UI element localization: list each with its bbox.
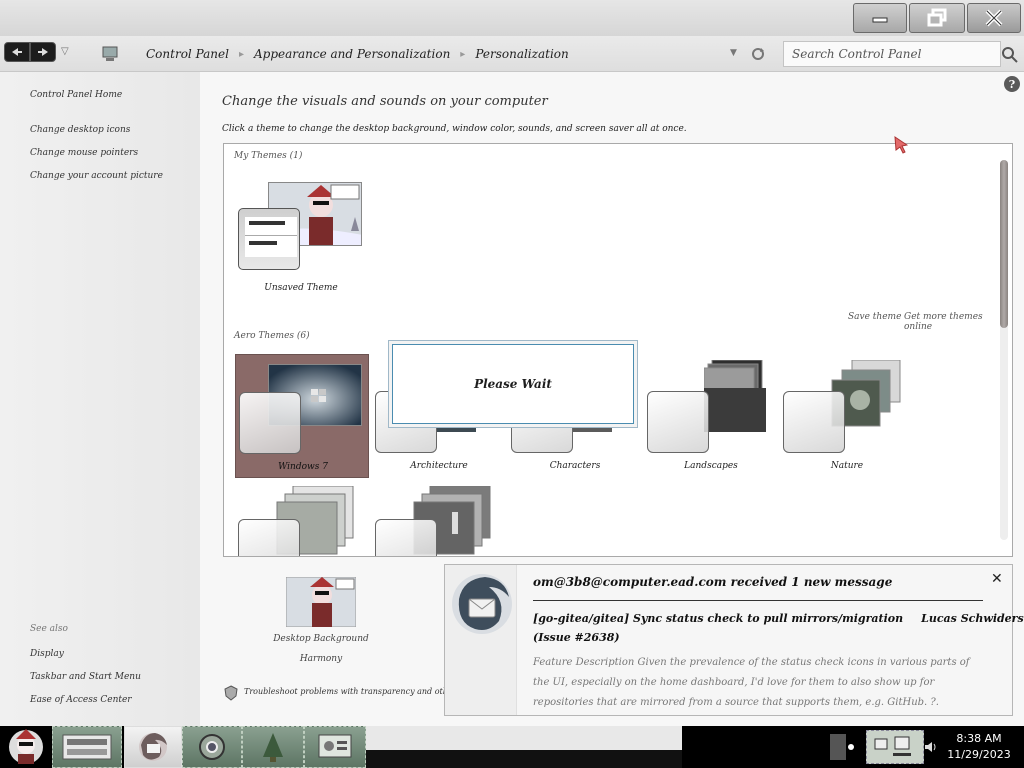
display-link[interactable]: Display bbox=[30, 649, 64, 659]
taskbar-thunderbird-button[interactable] bbox=[124, 726, 182, 768]
change-desktop-icons-link[interactable]: Change desktop icons bbox=[30, 125, 130, 135]
message-author: Lucas Schwiderski bbox=[921, 612, 1024, 625]
notification-icon-area bbox=[445, 565, 517, 715]
save-theme-link[interactable]: Save theme bbox=[848, 312, 901, 322]
message-preview: Feature Description Given the prevalence… bbox=[533, 657, 970, 708]
window-glass-preview bbox=[647, 391, 709, 453]
window-glass-preview bbox=[375, 519, 437, 556]
window-glass-preview bbox=[238, 519, 300, 556]
notification-area-icons[interactable] bbox=[866, 730, 924, 764]
taskbar-empty-area bbox=[366, 726, 682, 750]
please-wait-dialog: Please Wait bbox=[388, 340, 638, 428]
please-wait-text: Please Wait bbox=[392, 344, 634, 424]
volume-icon[interactable] bbox=[924, 740, 938, 754]
theme-tile-row3-1[interactable] bbox=[235, 484, 369, 556]
shield-icon bbox=[224, 685, 238, 701]
christmas-tree-icon bbox=[263, 733, 283, 762]
my-themes-heading: My Themes (1) bbox=[234, 151, 303, 161]
taskbar: 8:38 AM 11/29/2023 bbox=[0, 726, 1024, 768]
theme-tile-row3-2[interactable] bbox=[372, 484, 506, 556]
refresh-icon[interactable] bbox=[750, 46, 766, 62]
recent-pages-dropdown[interactable]: ▽ bbox=[61, 46, 69, 57]
desktop-background-value[interactable]: Harmony bbox=[266, 654, 376, 664]
help-icon[interactable]: ? bbox=[1004, 76, 1020, 92]
change-account-picture-link[interactable]: Change your account picture bbox=[30, 171, 163, 181]
window-glass-preview bbox=[239, 392, 301, 454]
restore-icon bbox=[927, 8, 947, 27]
chrome-icon bbox=[199, 734, 225, 760]
notification-title: om@3b8@computer.ead.com received 1 new m… bbox=[533, 575, 893, 589]
address-field[interactable]: Control Panel ▸ Appearance and Personali… bbox=[92, 41, 772, 67]
theme-label-architecture: Architecture bbox=[410, 461, 468, 471]
back-arrow-icon bbox=[12, 48, 22, 56]
see-also-heading: See also bbox=[30, 624, 68, 634]
tray-indicator bbox=[848, 744, 854, 750]
theme-tile-unsaved[interactable]: Unsaved Theme bbox=[236, 180, 366, 300]
restore-button[interactable] bbox=[909, 3, 965, 33]
control-panel-home-link[interactable]: Control Panel Home bbox=[30, 90, 122, 100]
message-subject: [go-gitea/gitea] Sync status check to pu… bbox=[533, 612, 904, 625]
breadcrumb-control-panel[interactable]: Control Panel bbox=[136, 47, 239, 61]
theme-tile-windows7[interactable]: Windows 7 bbox=[235, 354, 369, 478]
file-explorer-icon bbox=[62, 734, 112, 760]
message-issue-number: (Issue #2638) bbox=[533, 631, 620, 644]
thunderbird-new-mail-notification[interactable]: om@3b8@computer.ead.com received 1 new m… bbox=[444, 564, 1024, 716]
theme-label-windows7: Windows 7 bbox=[278, 462, 328, 472]
clock-date[interactable]: 11/29/2023 bbox=[944, 748, 1014, 761]
search-icon[interactable] bbox=[1001, 46, 1019, 64]
notification-subject[interactable]: [go-gitea/gitea] Sync status check to pu… bbox=[533, 612, 1024, 625]
ease-of-access-link[interactable]: Ease of Access Center bbox=[30, 695, 132, 705]
forward-arrow-icon bbox=[38, 48, 48, 56]
control-panel-icon bbox=[318, 734, 352, 758]
breadcrumb-personalization[interactable]: Personalization bbox=[465, 47, 578, 61]
theme-label-landscapes: Landscapes bbox=[684, 461, 738, 471]
forward-button[interactable] bbox=[30, 42, 56, 62]
thunderbird-icon bbox=[139, 733, 167, 761]
scrollbar-thumb[interactable] bbox=[1000, 160, 1008, 328]
left-navigation-pane: Control Panel Home Change desktop icons … bbox=[0, 72, 200, 726]
desktop-background-link[interactable]: Desktop Background bbox=[266, 634, 376, 644]
aero-themes-heading: Aero Themes (6) bbox=[234, 331, 310, 341]
title-bar bbox=[0, 0, 1024, 36]
taskbar-chrome-button[interactable] bbox=[182, 726, 242, 768]
theme-tile-nature[interactable]: Nature bbox=[780, 354, 914, 478]
thunderbird-icon bbox=[452, 574, 512, 634]
notification-close-button[interactable]: ✕ bbox=[991, 571, 1003, 587]
minimize-button[interactable] bbox=[853, 3, 907, 33]
window-glass-preview bbox=[783, 391, 845, 453]
page-title: Change the visuals and sounds on your co… bbox=[222, 94, 548, 109]
notification-divider bbox=[533, 600, 983, 601]
breadcrumb-appearance[interactable]: Appearance and Personalization bbox=[244, 47, 460, 61]
search-input[interactable]: Search Control Panel bbox=[783, 41, 1001, 67]
page-description: Click a theme to change the desktop back… bbox=[222, 124, 687, 134]
address-dropdown[interactable]: ▼ bbox=[730, 48, 737, 58]
taskbar-control-panel-button[interactable] bbox=[304, 726, 366, 768]
change-mouse-pointers-link[interactable]: Change mouse pointers bbox=[30, 148, 138, 158]
minimize-icon bbox=[872, 17, 888, 23]
get-more-themes-link[interactable]: Get more themes online bbox=[904, 312, 1012, 332]
back-button[interactable] bbox=[4, 42, 30, 62]
start-button[interactable] bbox=[0, 726, 52, 768]
start-orb-icon bbox=[9, 729, 43, 764]
desktop-background-thumbnail[interactable] bbox=[286, 577, 356, 627]
taskbar-explorer-button[interactable] bbox=[52, 726, 122, 768]
tray-overflow[interactable] bbox=[830, 734, 846, 760]
mouse-cursor-icon bbox=[894, 136, 908, 154]
theme-list-scrollbar[interactable] bbox=[1000, 160, 1008, 540]
close-button[interactable] bbox=[967, 3, 1021, 33]
theme-label-nature: Nature bbox=[830, 461, 864, 471]
taskbar-empty-area bbox=[366, 750, 682, 768]
taskbar-start-menu-link[interactable]: Taskbar and Start Menu bbox=[30, 672, 141, 682]
network-icon bbox=[874, 736, 911, 756]
theme-label-characters: Characters bbox=[549, 461, 601, 471]
theme-tile-landscapes[interactable]: Landscapes bbox=[644, 354, 778, 478]
theme-label-unsaved: Unsaved Theme bbox=[264, 283, 338, 293]
taskbar-tree-app-button[interactable] bbox=[242, 726, 304, 768]
close-icon bbox=[985, 9, 1003, 27]
window-color-preview bbox=[238, 208, 300, 270]
address-bar: ▽ Control Panel ▸ Appearance and Persona… bbox=[0, 36, 1024, 72]
control-panel-icon bbox=[102, 46, 118, 61]
clock-time[interactable]: 8:38 AM bbox=[944, 732, 1014, 745]
